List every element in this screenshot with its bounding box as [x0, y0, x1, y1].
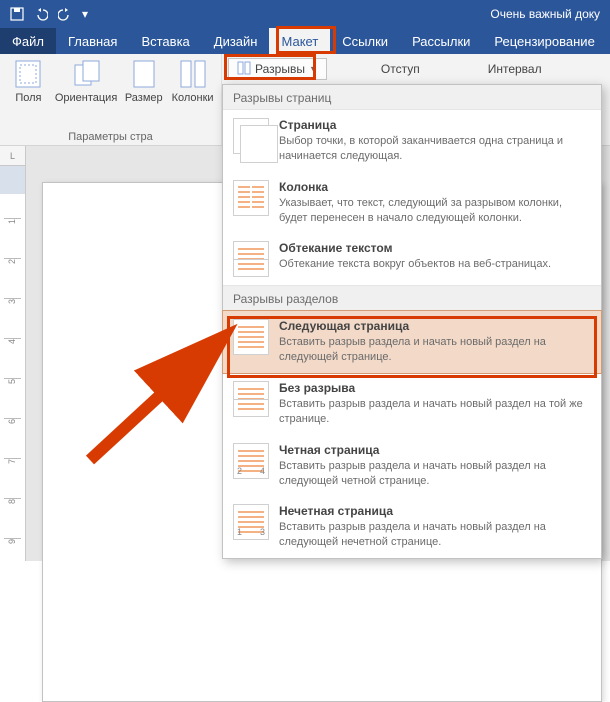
size-button[interactable]: Размер: [121, 58, 166, 104]
section-break-even-page[interactable]: 24 Четная страница Вставить разрыв разде…: [223, 435, 601, 497]
ritem-label: Колонки: [172, 92, 214, 104]
page-break-icon: [233, 118, 269, 154]
dropdown-section-page-breaks: Разрывы страниц: [223, 85, 601, 110]
ribbon-tabs: Файл Главная Вставка Дизайн Макет Ссылки…: [0, 28, 610, 54]
hover-indicator-icon: [221, 337, 227, 347]
orientation-button[interactable]: Ориентация: [55, 58, 117, 104]
dd-desc: Обтекание текста вокруг объектов на веб-…: [279, 257, 591, 272]
dd-title: Следующая страница: [279, 319, 591, 333]
text-wrap-break-icon: [233, 241, 269, 277]
section-break-next-page[interactable]: Следующая страница Вставить разрыв разде…: [222, 310, 602, 374]
tab-references[interactable]: Ссылки: [330, 28, 400, 54]
save-icon[interactable]: [6, 3, 28, 25]
ritem-label: Ориентация: [55, 92, 117, 104]
size-icon: [128, 58, 160, 90]
break-text-wrap[interactable]: Обтекание текстом Обтекание текста вокру…: [223, 233, 601, 285]
ribbon-group-page-setup: Поля Ориентация Размер Колонки Параметры…: [0, 54, 222, 145]
tab-mailings[interactable]: Рассылки: [400, 28, 482, 54]
dd-desc: Вставить разрыв раздела и начать новый р…: [279, 520, 591, 550]
columns-button[interactable]: Колонки: [170, 58, 215, 104]
ruler-corner: L: [0, 146, 26, 166]
ribbon-group-label: Параметры стра: [6, 129, 215, 143]
tab-layout[interactable]: Макет: [269, 28, 330, 54]
next-page-break-icon: [233, 319, 269, 355]
chevron-down-icon: ▼: [309, 64, 318, 74]
vertical-ruler: 1 2 3 4 5 6 7 8 9: [0, 166, 26, 561]
dd-title: Четная страница: [279, 443, 591, 457]
undo-icon[interactable]: [30, 3, 52, 25]
dd-title: Без разрыва: [279, 381, 591, 395]
ritem-label: Поля: [15, 92, 41, 104]
breaks-icon: [237, 61, 251, 78]
dd-desc: Вставить разрыв раздела и начать новый р…: [279, 397, 591, 427]
dd-title: Колонка: [279, 180, 591, 194]
dd-desc: Вставить разрыв раздела и начать новый р…: [279, 459, 591, 489]
column-break-icon: [233, 180, 269, 216]
dd-desc: Вставить разрыв раздела и начать новый р…: [279, 335, 591, 365]
tab-review[interactable]: Рецензирование: [482, 28, 606, 54]
section-break-odd-page[interactable]: 13 Нечетная страница Вставить разрыв раз…: [223, 496, 601, 558]
tab-insert[interactable]: Вставка: [129, 28, 201, 54]
title-bar: ▾ Очень важный докy: [0, 0, 610, 28]
breaks-dropdown: Разрывы страниц Страница Выбор точки, в …: [222, 84, 602, 559]
margins-icon: [12, 58, 44, 90]
tab-design[interactable]: Дизайн: [202, 28, 270, 54]
orientation-icon: [70, 58, 102, 90]
breaks-label: Разрывы: [255, 62, 305, 76]
columns-icon: [177, 58, 209, 90]
breaks-button[interactable]: Разрывы ▼: [228, 58, 327, 80]
dropdown-section-section-breaks: Разрывы разделов: [223, 285, 601, 311]
qat-dropdown-icon[interactable]: ▾: [78, 3, 92, 25]
window-title: Очень важный докy: [490, 7, 604, 21]
margins-button[interactable]: Поля: [6, 58, 51, 104]
dd-title: Обтекание текстом: [279, 241, 591, 255]
break-page[interactable]: Страница Выбор точки, в которой заканчив…: [223, 110, 601, 172]
tab-file[interactable]: Файл: [0, 28, 56, 54]
odd-page-break-icon: 13: [233, 504, 269, 540]
continuous-break-icon: [233, 381, 269, 417]
ritem-label: Размер: [125, 92, 163, 104]
even-page-break-icon: 24: [233, 443, 269, 479]
break-column[interactable]: Колонка Указывает, что текст, следующий …: [223, 172, 601, 234]
tab-home[interactable]: Главная: [56, 28, 129, 54]
redo-icon[interactable]: [54, 3, 76, 25]
section-break-continuous[interactable]: Без разрыва Вставить разрыв раздела и на…: [223, 373, 601, 435]
dd-title: Нечетная страница: [279, 504, 591, 518]
quick-access-toolbar: ▾: [6, 3, 92, 25]
dd-desc: Выбор точки, в которой заканчивается одн…: [279, 134, 591, 164]
dd-desc: Указывает, что текст, следующий за разры…: [279, 196, 591, 226]
dd-title: Страница: [279, 118, 591, 132]
